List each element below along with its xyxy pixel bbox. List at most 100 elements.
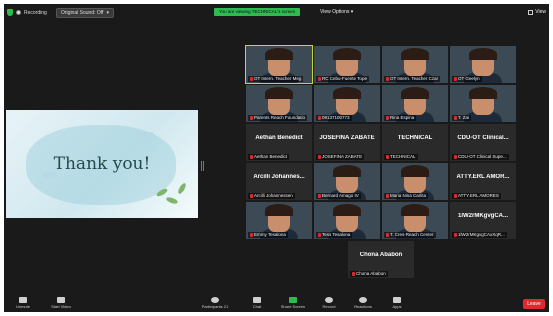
microphone-muted-icon xyxy=(454,194,457,198)
start-video-button[interactable]: Start Video xyxy=(46,297,76,309)
participant-name-label: 09137100773 xyxy=(316,115,352,121)
participant-name: Parents Reach Foundatio xyxy=(254,115,306,120)
participant-name: Arcilli Johannessen xyxy=(254,193,293,198)
unmute-button[interactable]: Unmute xyxy=(8,297,38,309)
participant-tile[interactable]: Tess Tesalona xyxy=(314,202,380,239)
leaf-icon xyxy=(165,196,179,205)
participant-tile[interactable]: Chona Ababon Chona Ababon xyxy=(348,241,414,278)
participant-name-label: Chona Ababon xyxy=(350,271,388,277)
participant-name-label: RC Cebu-Fuente Tope xyxy=(316,76,369,82)
chat-label: Chat xyxy=(252,304,262,309)
participant-name-label: CDU-OT Clinical Supe... xyxy=(452,154,509,160)
participant-display-name: Arcilli Johannes... xyxy=(253,174,305,180)
participant-tile[interactable]: T. Cres-Reach Center xyxy=(382,202,448,239)
participant-video xyxy=(401,48,429,76)
record-label: Record xyxy=(322,304,336,309)
participant-tile[interactable]: 09137100773 xyxy=(314,85,380,122)
participant-name-label: Bernard Amago IV xyxy=(316,193,361,199)
participant-tile[interactable]: OT Intern. Teacher Meg xyxy=(245,45,313,84)
original-sound-toggle[interactable]: Original Sound: Off ▾ xyxy=(56,8,114,18)
security-shield-icon[interactable] xyxy=(7,9,13,16)
participant-tile[interactable]: Parents Reach Foundatio xyxy=(246,85,312,122)
participant-name: T. Cres-Reach Center xyxy=(390,232,434,237)
microphone-muted-icon xyxy=(454,155,457,159)
participant-name-label: TECHNICAL xyxy=(384,154,418,160)
participant-video xyxy=(333,165,361,193)
record-button[interactable]: Record xyxy=(314,297,344,309)
participant-video xyxy=(265,48,293,76)
participant-name: Aethan Benedict xyxy=(254,154,288,159)
apps-label: Apps xyxy=(392,304,402,309)
share-screen-button[interactable]: Share Screen xyxy=(278,297,308,309)
reactions-button[interactable]: Reactions xyxy=(348,297,378,309)
apps-button[interactable]: Apps xyxy=(382,297,412,309)
participant-tile[interactable]: Maria Nina Carlita xyxy=(382,163,448,200)
microphone-muted-icon xyxy=(318,233,321,237)
microphone-muted-icon xyxy=(454,77,457,81)
participant-video xyxy=(265,87,293,115)
meeting-toolbar: Unmute Start Video Participants 21 Chat … xyxy=(4,296,549,312)
participants-button[interactable]: Participants 21 xyxy=(200,297,230,309)
participant-name-label: JOSEFINA ZABATE xyxy=(316,154,365,160)
microphone-muted-icon xyxy=(19,297,27,303)
participant-tile[interactable]: ATTY.ERL AMOR... ATTY.ERL AMORES xyxy=(450,163,516,200)
participant-tile[interactable]: OT Geelyn xyxy=(450,46,516,83)
participant-name-label: OT Intern. Teacher Czar xyxy=(384,76,441,82)
cloud-icon xyxy=(138,132,154,138)
participant-video xyxy=(401,165,429,193)
participant-tile[interactable]: RC Cebu-Fuente Tope xyxy=(314,46,380,83)
participant-tile[interactable]: Aethan Benedict Aethan Benedict xyxy=(246,124,312,161)
video-off-icon xyxy=(57,297,65,303)
share-screen-label: Share Screen xyxy=(280,304,306,309)
participant-tile[interactable]: 1lW2rMKgvgCA... 1lW2rMKgvgCAxXqR... xyxy=(450,202,516,239)
microphone-muted-icon xyxy=(454,116,457,120)
chevron-down-icon: ▾ xyxy=(350,9,354,15)
participant-name-label: ATTY.ERL AMORES xyxy=(452,193,501,199)
participant-name-label: Arcilli Johannessen xyxy=(248,193,295,199)
recording-label: Recording xyxy=(24,9,47,16)
participant-display-name: Aethan Benedict xyxy=(255,135,303,141)
microphone-muted-icon xyxy=(250,77,253,81)
participant-name: T. Zai xyxy=(458,115,470,120)
microphone-muted-icon xyxy=(250,116,253,120)
recording-indicator: Recording xyxy=(7,9,47,16)
participant-name: Tess Tesalona xyxy=(322,232,351,237)
participants-label: Participants xyxy=(201,304,223,309)
participant-display-name: CDU-OT Clinical... xyxy=(457,135,509,141)
participant-name-label: T. Zai xyxy=(452,115,472,121)
participant-tile[interactable]: T. Zai xyxy=(450,85,516,122)
microphone-muted-icon xyxy=(454,233,457,237)
participant-tile[interactable]: CDU-OT Clinical... CDU-OT Clinical Supe..… xyxy=(450,124,516,161)
participant-tile[interactable]: Bernard Amago IV xyxy=(314,163,380,200)
start-video-label: Start Video xyxy=(51,304,71,309)
participant-tile[interactable]: OT Intern. Teacher Czar xyxy=(382,46,448,83)
chat-button[interactable]: Chat xyxy=(242,297,272,309)
grid-view-icon xyxy=(528,9,534,15)
original-sound-label: Original Sound: Off xyxy=(61,10,104,16)
microphone-muted-icon xyxy=(250,194,253,198)
view-button[interactable]: View xyxy=(528,9,546,15)
participant-tile[interactable]: Emmy Tesalona xyxy=(246,202,312,239)
participant-name: TECHNICAL xyxy=(390,154,416,159)
participant-video xyxy=(469,48,497,76)
participant-tile[interactable]: TECHNICAL TECHNICAL xyxy=(382,124,448,161)
zoom-meeting-window: Recording Original Sound: Off ▾ You are … xyxy=(4,4,549,312)
participant-video xyxy=(469,87,497,115)
participant-name-label: Emmy Tesalona xyxy=(248,232,288,238)
view-options-button[interactable]: View Options ▾ xyxy=(320,7,353,17)
participant-display-name: TECHNICAL xyxy=(397,135,433,141)
participant-name: CDU-OT Clinical Supe... xyxy=(458,154,507,159)
participant-name: Bernard Amago IV xyxy=(322,193,359,198)
participant-video xyxy=(401,87,429,115)
participant-tile[interactable]: Arcilli Johannes... Arcilli Johannessen xyxy=(246,163,312,200)
leaf-icon xyxy=(176,182,188,195)
panel-splitter-handle[interactable] xyxy=(201,161,204,171)
participant-display-name: JOSEFINA ZABATE xyxy=(319,135,375,141)
participant-video xyxy=(333,87,361,115)
reactions-icon xyxy=(359,297,367,303)
shared-screen: Thank you! xyxy=(6,110,198,218)
participant-tile[interactable]: JOSEFINA ZABATE JOSEFINA ZABATE xyxy=(314,124,380,161)
participant-tile[interactable]: Rina Espina xyxy=(382,85,448,122)
leave-button[interactable]: Leave xyxy=(523,299,545,309)
share-screen-icon xyxy=(289,297,297,303)
